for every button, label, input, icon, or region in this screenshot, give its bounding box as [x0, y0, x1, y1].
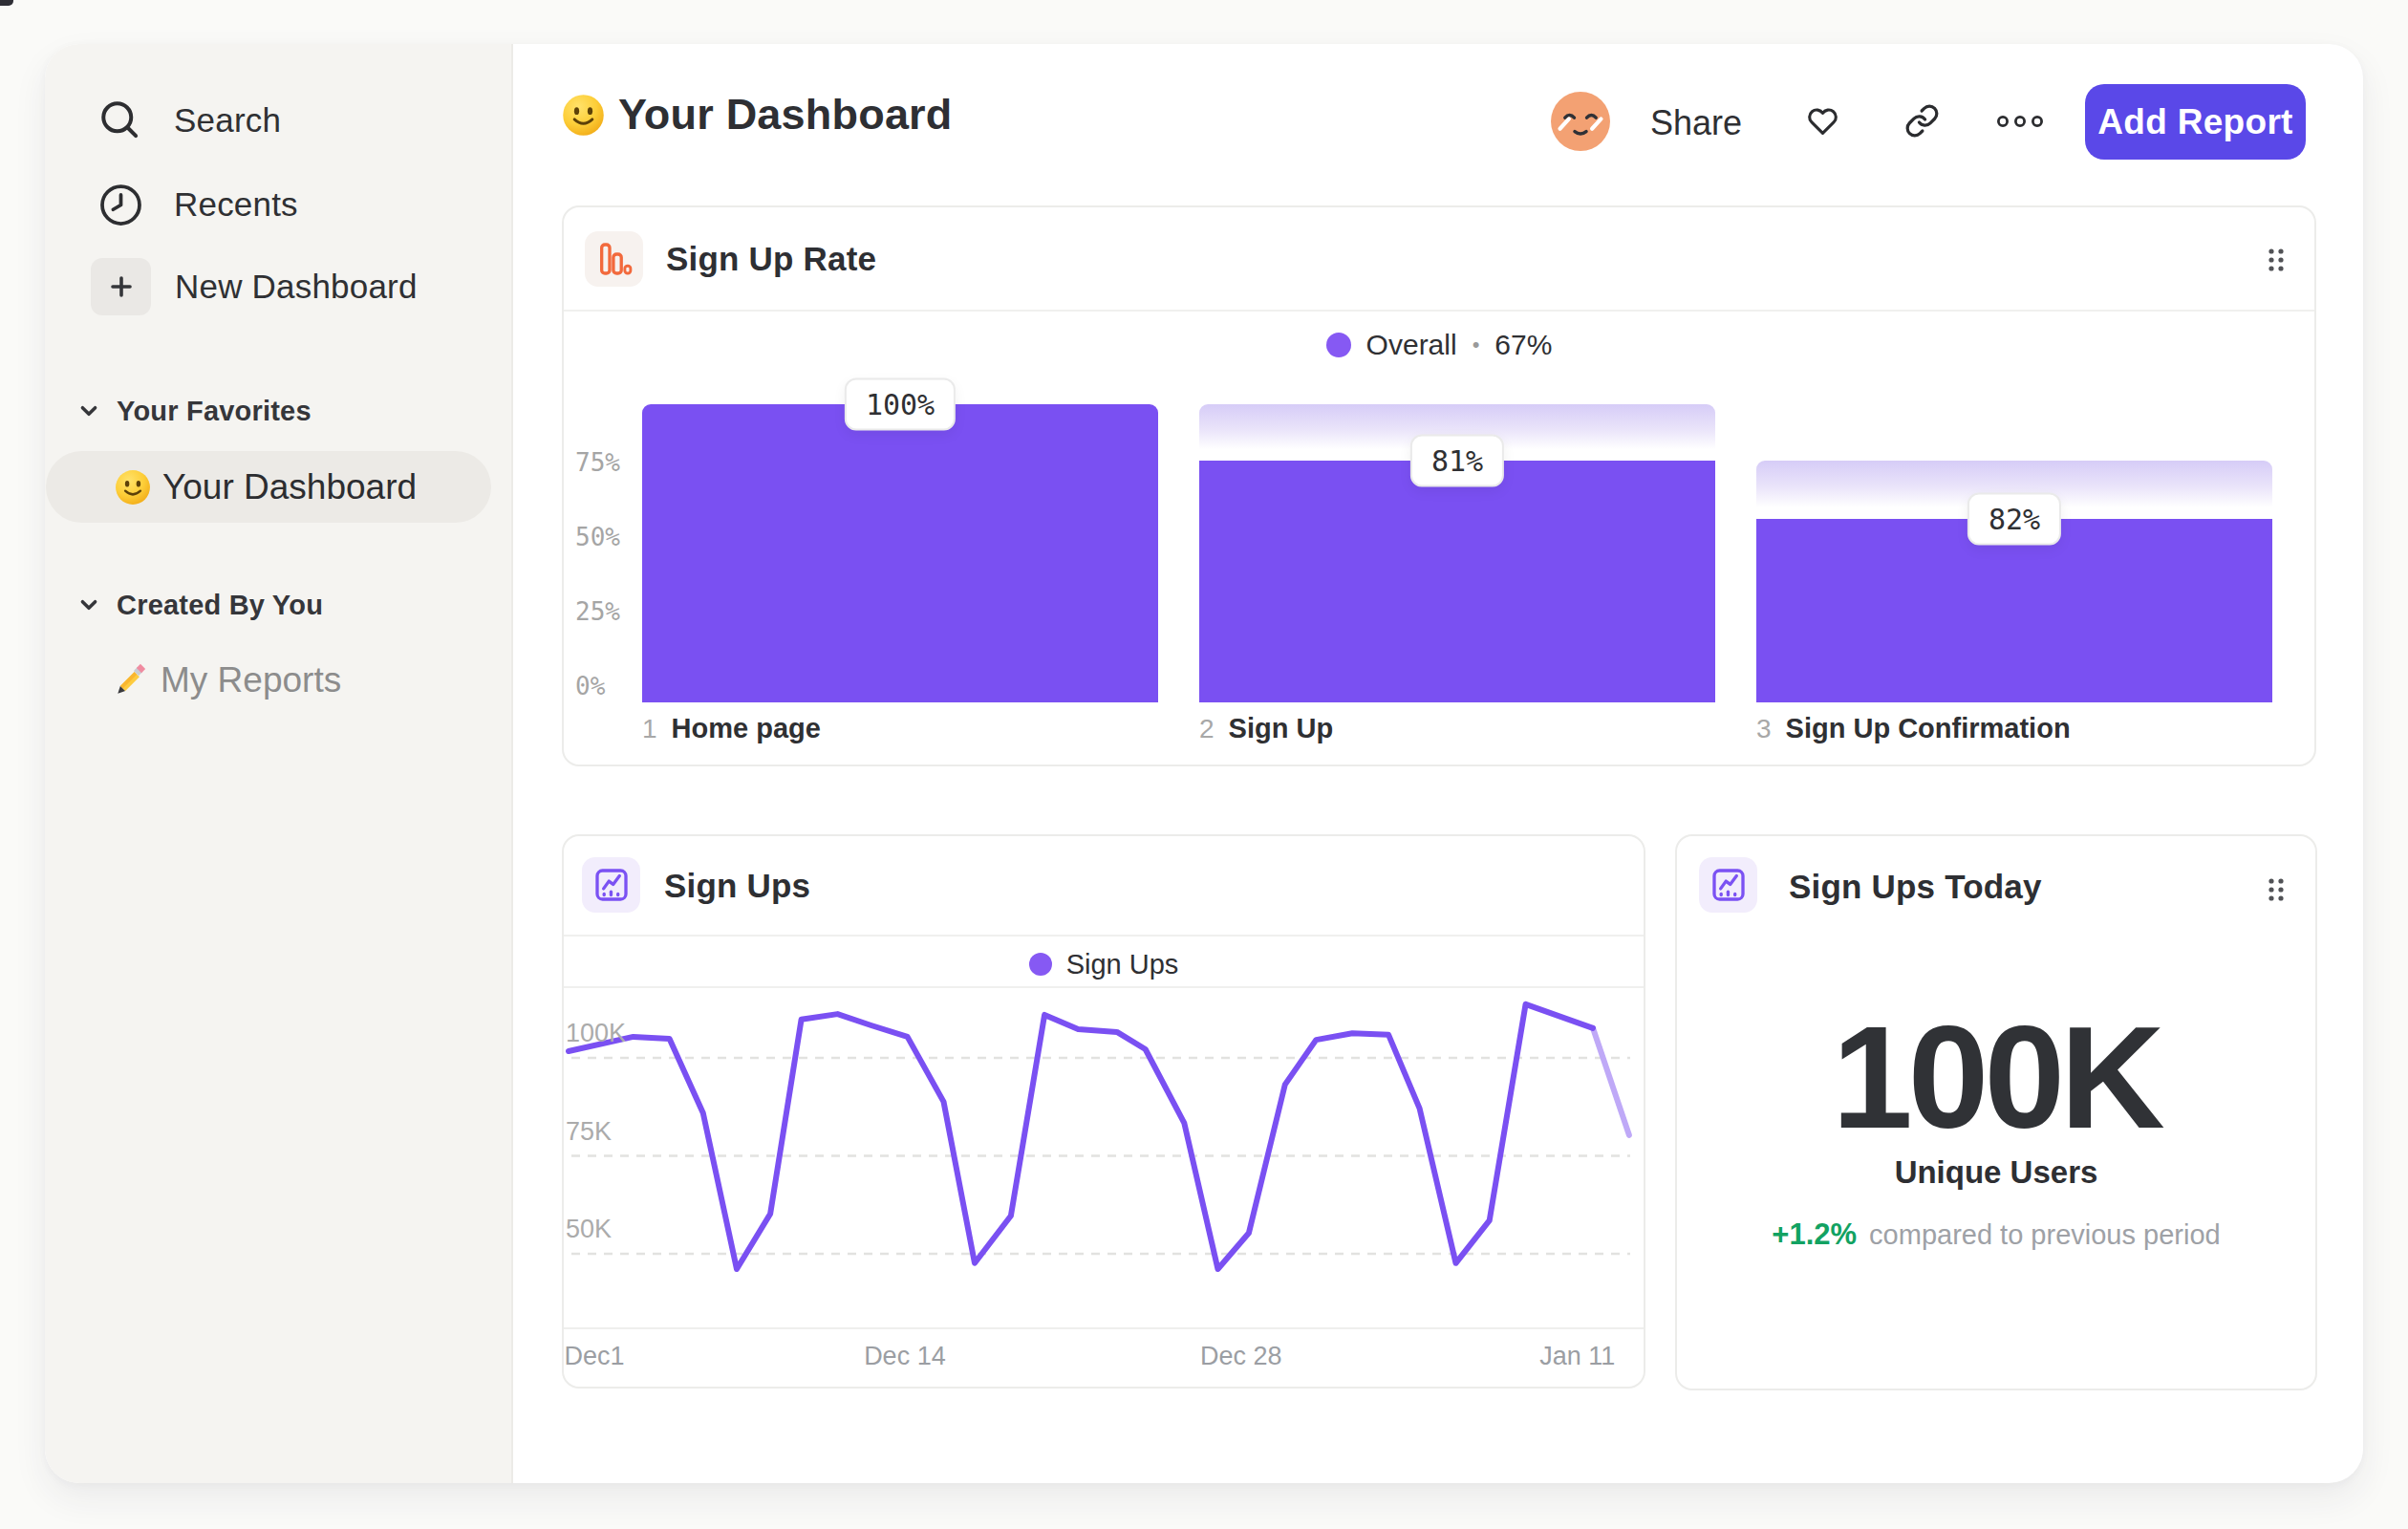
chevron-down-icon: [78, 400, 99, 421]
line-y-tick-label: 50K: [566, 1212, 612, 1246]
legend-dot: [1326, 333, 1351, 357]
card-title: Sign Up Rate: [666, 240, 876, 278]
sidebar-item-my-reports[interactable]: My Reports: [113, 659, 341, 701]
more-options-icon[interactable]: [1996, 113, 2046, 130]
chevron-down-icon: [78, 594, 99, 615]
funnel-step-number: 1: [642, 714, 657, 744]
delta-row: +1.2% compared to previous period: [1675, 1217, 2317, 1252]
sidebar-section-created-by-you[interactable]: Created By You: [78, 584, 323, 626]
sidebar-section-your-favorites[interactable]: Your Favorites: [78, 390, 312, 432]
funnel-value-chip: 81%: [1410, 435, 1504, 487]
sidebar-item-label: My Reports: [161, 660, 341, 700]
sidebar-item-search[interactable]: Search: [99, 96, 281, 145]
avatar[interactable]: [1551, 92, 1610, 151]
legend-series-label: Overall: [1366, 329, 1457, 361]
line-y-tick-label: 100K: [566, 1016, 626, 1050]
add-report-button[interactable]: Add Report: [2085, 84, 2306, 160]
smiley-emoji-icon: [115, 469, 151, 506]
sidebar-item-label: Search: [174, 101, 281, 140]
funnel-x-label: 2 Sign Up: [1199, 713, 1333, 744]
sidebar-item-new-dashboard[interactable]: New Dashboard: [91, 258, 418, 315]
favorite-heart-icon[interactable]: [1805, 104, 1840, 138]
drag-handle-icon[interactable]: [2265, 248, 2288, 276]
funnel-step-number: 2: [1199, 714, 1215, 744]
big-number-label: Unique Users: [1675, 1154, 2317, 1191]
line-x-tick-label: Dec 14: [864, 1342, 946, 1371]
funnel-x-label: 1 Home page: [642, 713, 821, 744]
line-chart: [562, 989, 1645, 1345]
delta-value: +1.2%: [1772, 1217, 1857, 1252]
line-legend: Sign Ups: [562, 941, 1645, 987]
legend-overall-value: 67%: [1494, 329, 1552, 361]
funnel-value-chip: 100%: [845, 378, 956, 431]
copy-link-icon[interactable]: [1904, 103, 1940, 139]
share-button[interactable]: Share: [1650, 103, 1742, 143]
pencil-emoji-icon: [113, 662, 149, 699]
funnel-step-name: Home page: [672, 713, 821, 744]
legend-dot: [1029, 953, 1052, 976]
search-icon: [99, 99, 142, 142]
funnel-step-name: Sign Up Confirmation: [1786, 713, 2071, 744]
clock-icon: [99, 183, 142, 226]
x-axis-line: [564, 1327, 1644, 1329]
legend-divider: [564, 986, 1644, 988]
funnel-legend: Overall • 67%: [562, 323, 2316, 367]
delta-note: compared to previous period: [1869, 1219, 2221, 1251]
section-label: Your Favorites: [117, 396, 312, 427]
funnel-step-name: Sign Up: [1229, 713, 1334, 744]
legend-separator: •: [1473, 333, 1480, 357]
window-corner-fragment: [0, 0, 13, 6]
card-header-divider: [564, 935, 1644, 937]
line-x-tick-label: Dec1: [565, 1342, 625, 1371]
funnel-step-number: 3: [1756, 714, 1772, 744]
line-y-tick-label: 75K: [566, 1114, 612, 1149]
card-title: Sign Ups: [664, 867, 810, 905]
line-chart-icon: [1699, 857, 1757, 913]
card-title: Sign Ups Today: [1789, 868, 2042, 906]
section-label: Created By You: [117, 590, 323, 621]
card-header-divider: [564, 310, 2314, 312]
sidebar-item-label: Your Dashboard: [162, 467, 417, 507]
line-x-tick-label: Jan 11: [1539, 1342, 1615, 1371]
funnel-bar: [1199, 461, 1715, 702]
page-title: Your Dashboard: [618, 90, 953, 140]
big-number-value: 100K: [1675, 994, 2317, 1161]
drag-handle-icon[interactable]: [2265, 877, 2288, 906]
sidebar-item-recents[interactable]: Recents: [99, 180, 298, 229]
line-x-tick-label: Dec 28: [1200, 1342, 1282, 1371]
funnel-bar: [1756, 519, 2272, 702]
plus-icon: [91, 258, 151, 315]
line-chart-icon: [582, 857, 640, 913]
sidebar-item-your-dashboard[interactable]: Your Dashboard: [46, 451, 491, 523]
funnel-value-chip: 82%: [1967, 493, 2061, 546]
funnel-chart-icon: [585, 231, 643, 287]
funnel-bar: [642, 404, 1158, 702]
sidebar-item-label: Recents: [174, 185, 298, 224]
funnel-x-label: 3 Sign Up Confirmation: [1756, 713, 2071, 744]
smiley-emoji-icon: [562, 94, 605, 137]
sidebar-item-label: New Dashboard: [175, 268, 418, 306]
legend-series-label: Sign Ups: [1066, 949, 1179, 980]
